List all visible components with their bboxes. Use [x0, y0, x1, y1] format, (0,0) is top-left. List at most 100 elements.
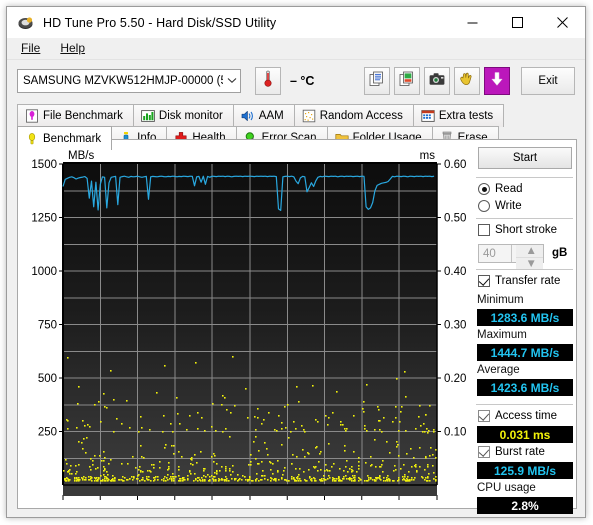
copy-text-button[interactable] [364, 67, 390, 95]
start-button-label: Start [512, 152, 538, 164]
cpu-usage-label: CPU usage [477, 482, 536, 494]
toolbar-buttons [364, 67, 514, 95]
radio-read[interactable]: Read [478, 183, 523, 195]
short-stroke-unit: gB [552, 247, 568, 259]
tab-file-benchmark[interactable]: File Benchmark [17, 104, 134, 127]
svg-text:1500: 1500 [31, 159, 57, 171]
cpu-usage-value: 2.8% [477, 497, 573, 514]
app-window: HD Tune Pro 5.50 - Hard Disk/SSD Utility… [6, 6, 586, 520]
thermometer-icon [262, 70, 274, 93]
exit-button-label: Exit [538, 75, 558, 87]
svg-text:MB/s: MB/s [68, 150, 94, 162]
temperature-button[interactable] [255, 67, 281, 95]
speaker-icon [241, 109, 255, 123]
screenshot-button[interactable] [424, 67, 450, 95]
average-label: Average [477, 364, 520, 376]
hand-icon [459, 71, 475, 92]
checkbox-burst-rate-label: Burst rate [495, 446, 545, 458]
bar-chart-icon [141, 109, 155, 123]
menu-file-label: File [21, 41, 41, 55]
checkbox-transfer-rate[interactable]: Transfer rate [478, 275, 560, 287]
checkbox-transfer-rate-indicator [478, 275, 490, 287]
bulb-icon [25, 132, 39, 146]
tab-random-access[interactable]: Random Access [293, 104, 414, 127]
toolbar: SAMSUNG MZVKW512HMJP-00000 (512 – °C Exi… [7, 60, 585, 102]
tab-aam-label: AAM [258, 110, 284, 122]
menu-file[interactable]: File [16, 40, 49, 57]
copy-image-button[interactable] [394, 67, 420, 95]
exit-button[interactable]: Exit [521, 67, 575, 95]
menu-help-label: Help [60, 41, 86, 55]
maximum-label: Maximum [477, 329, 527, 341]
radio-read-label: Read [495, 183, 523, 195]
tab-benchmark-label: Benchmark [43, 132, 102, 145]
short-stroke-spin-buttons[interactable]: ▲ ▼ [510, 245, 543, 270]
radio-read-indicator [478, 183, 490, 195]
checkbox-burst-rate-indicator [478, 446, 490, 458]
radio-write[interactable]: Write [478, 200, 522, 212]
svg-text:500: 500 [38, 373, 57, 385]
checkbox-short-stroke-indicator [478, 224, 490, 236]
device-select[interactable]: SAMSUNG MZVKW512HMJP-00000 (512 [17, 69, 241, 93]
svg-text:0.30: 0.30 [444, 320, 466, 332]
svg-text:1000: 1000 [31, 266, 57, 278]
chart-svg: 1500 1250 1000 750 500 250 0.60 0.50 0.40 0.30 0.2… [31, 150, 466, 520]
svg-text:0.60: 0.60 [444, 159, 466, 171]
svg-text:0.40: 0.40 [444, 266, 466, 278]
window-buttons [450, 7, 585, 38]
svg-text:0.50: 0.50 [444, 213, 466, 225]
camera-icon [429, 72, 445, 91]
checkbox-short-stroke[interactable]: Short stroke [478, 224, 557, 236]
svg-text:ms: ms [420, 150, 436, 162]
burst-rate-value: 125.9 MB/s [477, 462, 573, 479]
checkbox-burst-rate[interactable]: Burst rate [478, 446, 545, 458]
tab-file-benchmark-label: File Benchmark [43, 110, 123, 122]
maximize-button[interactable] [495, 7, 540, 38]
title-bar: HD Tune Pro 5.50 - Hard Disk/SSD Utility [7, 7, 585, 38]
tab-disk-monitor[interactable]: Disk monitor [132, 104, 234, 127]
tab-disk-monitor-label: Disk monitor [158, 110, 223, 122]
window-title: HD Tune Pro 5.50 - Hard Disk/SSD Utility [43, 15, 277, 30]
minimize-button[interactable] [450, 7, 495, 38]
divider-2 [476, 218, 573, 219]
spin-up-icon[interactable]: ▲ [515, 245, 543, 258]
menu-help[interactable]: Help [55, 40, 94, 57]
tab-benchmark[interactable]: Benchmark [17, 126, 113, 150]
tab-random-access-label: Random Access [319, 110, 403, 122]
menu-bar: File Help [7, 38, 585, 60]
save-button[interactable] [484, 67, 510, 95]
temperature-value: – °C [290, 74, 315, 88]
benchmark-chart: 1500 1250 1000 750 500 250 0.60 0.50 0.40 0.30 0.2… [18, 140, 470, 520]
tab-aam[interactable]: AAM [232, 104, 295, 127]
access-time-value: 0.031 ms [477, 426, 573, 443]
checkbox-access-time-indicator [478, 410, 490, 422]
start-button[interactable]: Start [478, 147, 572, 169]
copy-image-icon [399, 71, 415, 92]
copy-text-icon [369, 71, 385, 92]
average-value: 1423.6 MB/s [477, 379, 573, 396]
extra-tests-icon [421, 109, 435, 123]
checkbox-access-time[interactable]: Access time [478, 410, 557, 422]
device-select-value: SAMSUNG MZVKW512HMJP-00000 (512 [23, 75, 223, 87]
benchmark-panel: 1500 1250 1000 750 500 250 0.60 0.50 0.40 0.30 0.2… [17, 139, 577, 520]
svg-text:750: 750 [38, 320, 57, 332]
random-access-icon [302, 109, 316, 123]
svg-text:250: 250 [38, 427, 57, 439]
radio-write-indicator [478, 200, 490, 212]
divider-3 [476, 269, 573, 270]
tab-extra-tests[interactable]: Extra tests [412, 104, 505, 127]
svg-text:1250: 1250 [31, 213, 57, 225]
hard-disk-icon [17, 14, 35, 32]
checkbox-short-stroke-label: Short stroke [495, 224, 557, 236]
short-stroke-stepper[interactable]: 40 ▲ ▼ [478, 244, 544, 270]
radio-write-label: Write [495, 200, 522, 212]
tab-extra-tests-label: Extra tests [438, 110, 494, 122]
short-stroke-value: 40 [483, 247, 496, 260]
divider-1 [476, 177, 573, 178]
benchmark-controls: Start Read Write Short stroke 40 ▲ ▼ gB … [473, 142, 576, 514]
folder-button[interactable] [454, 67, 480, 95]
checkbox-access-time-label: Access time [495, 410, 557, 422]
close-button[interactable] [540, 7, 585, 38]
file-benchmark-icon [25, 109, 39, 123]
tab-row-secondary: File Benchmark Disk monitor AAM Random A… [17, 104, 505, 127]
